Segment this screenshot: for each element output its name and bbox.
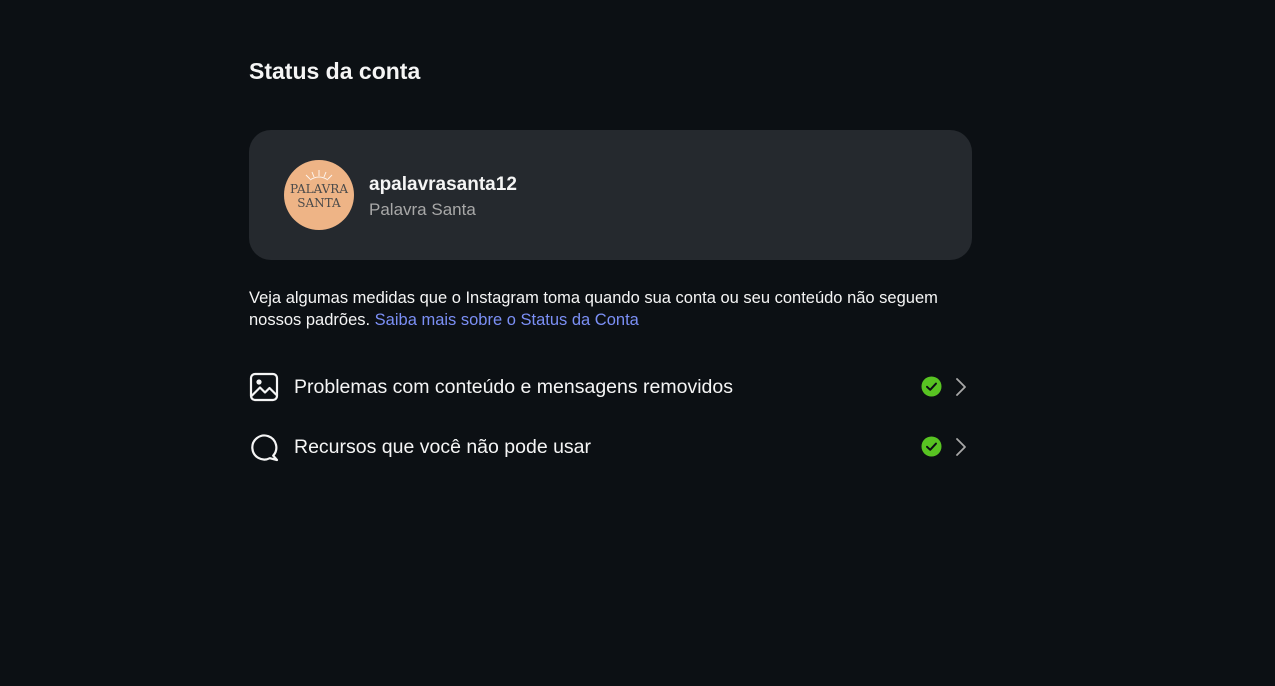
account-username: apalavrasanta12 (369, 174, 517, 195)
check-circle-icon (921, 436, 942, 457)
avatar-text-line1: PALAVRA (289, 182, 349, 196)
status-row-label: Recursos que você não pode usar (294, 436, 592, 458)
account-card: PALAVRA SANTA apalavrasanta12 Palavra Sa… (249, 130, 972, 260)
image-icon (249, 372, 279, 402)
check-circle-icon (921, 376, 942, 397)
account-full-name: Palavra Santa (369, 200, 476, 219)
avatar[interactable]: PALAVRA SANTA (284, 160, 354, 230)
chevron-right-icon (956, 378, 966, 396)
status-row-removed-content[interactable]: Problemas com conteúdo e mensagens remov… (249, 368, 972, 408)
learn-more-link[interactable]: Saiba mais sobre o Status da Conta (375, 311, 639, 329)
chat-bubble-icon (251, 434, 279, 462)
status-row-restricted-features[interactable]: Recursos que você não pode usar (249, 428, 972, 468)
account-status-description: Veja algumas medidas que o Instagram tom… (249, 287, 972, 331)
status-row-label: Problemas com conteúdo e mensagens remov… (294, 376, 733, 398)
chevron-right-icon (956, 438, 966, 456)
avatar-text-line2: SANTA (297, 196, 341, 210)
page-title: Status da conta (249, 58, 421, 84)
